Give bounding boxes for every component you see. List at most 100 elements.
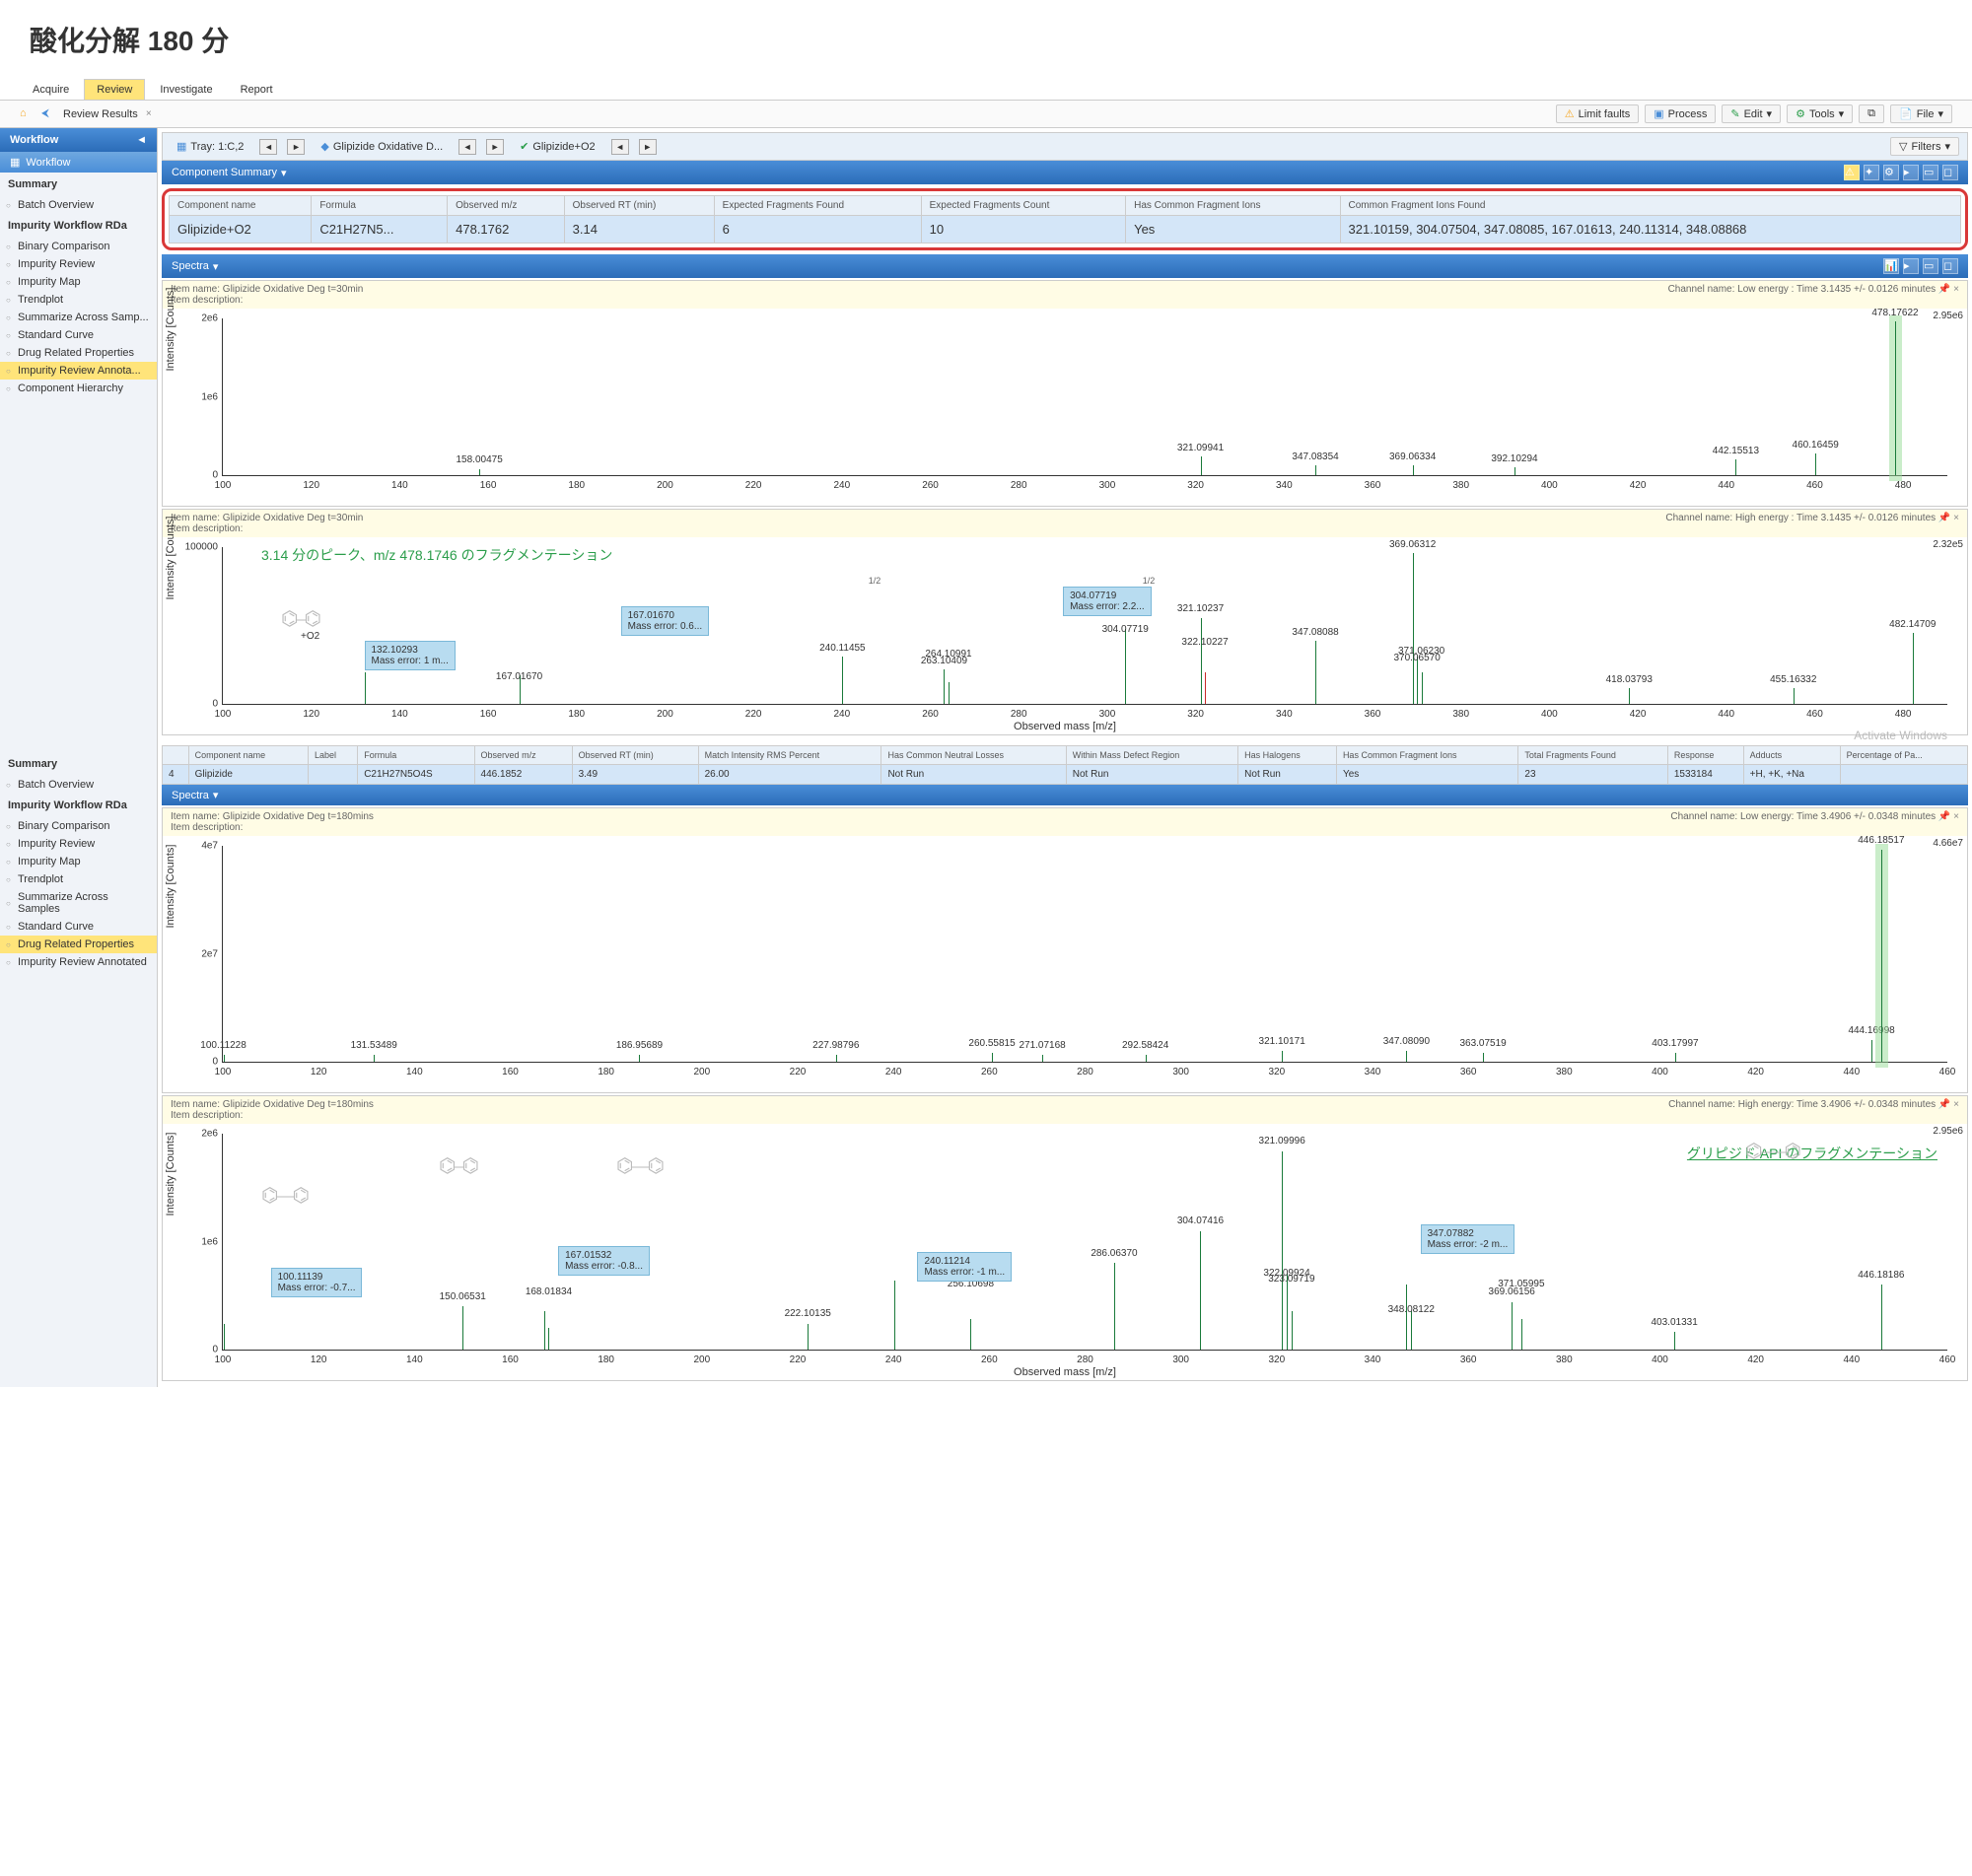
panel-tool-4-icon[interactable]: ▸ bbox=[1903, 165, 1919, 180]
spectrum-peak[interactable] bbox=[1205, 672, 1206, 704]
workflow-panel-header[interactable]: Workflow◄ bbox=[0, 128, 157, 152]
spectrum-peak[interactable] bbox=[479, 469, 480, 475]
home-icon[interactable]: ⌂ bbox=[20, 107, 34, 121]
spectrum-peak[interactable] bbox=[949, 682, 950, 704]
column-header[interactable]: Has Common Fragment Ions bbox=[1336, 746, 1517, 765]
column-header[interactable]: Expected Fragments Found bbox=[714, 196, 921, 216]
spec1-chart[interactable]: 2.95e6 Intensity [Counts] 10012014016018… bbox=[163, 309, 1967, 506]
sidebar-item[interactable]: Impurity Review Annota... bbox=[0, 362, 157, 380]
column-header[interactable]: Has Halogens bbox=[1238, 746, 1337, 765]
sidebar-item[interactable]: Binary Comparison bbox=[0, 817, 157, 835]
sample-selector[interactable]: ◆Glipizide Oxidative D... bbox=[315, 138, 449, 155]
spec3-chart[interactable]: 4.66e7 Intensity [Counts] 10012014016018… bbox=[163, 836, 1967, 1092]
sidebar-item[interactable]: Trendplot bbox=[0, 291, 157, 309]
tray-selector[interactable]: ▦Tray: 1:C,2 bbox=[171, 138, 249, 155]
spec3-close-icon[interactable]: × bbox=[1953, 811, 1959, 822]
spectrum-peak[interactable] bbox=[1287, 1274, 1288, 1350]
column-header[interactable]: Has Common Neutral Losses bbox=[881, 746, 1066, 765]
column-header[interactable]: Has Common Fragment Ions bbox=[1126, 196, 1340, 216]
spectrum-peak[interactable] bbox=[1881, 850, 1882, 1062]
spec4-chart[interactable]: 2.95e6 Intensity [Counts] Observed mass … bbox=[163, 1124, 1967, 1380]
spec1-close-icon[interactable]: × bbox=[1953, 284, 1959, 295]
spectrum-peak[interactable] bbox=[1512, 1302, 1513, 1350]
spectrum-peak[interactable] bbox=[1406, 1285, 1407, 1350]
column-header[interactable]: Common Fragment Ions Found bbox=[1340, 196, 1960, 216]
spectrum-peak[interactable] bbox=[1483, 1053, 1484, 1062]
spectrum-peak[interactable] bbox=[1674, 1332, 1675, 1350]
sidebar-item[interactable]: Summarize Across Samp... bbox=[0, 309, 157, 326]
tab-review[interactable]: Review bbox=[84, 79, 145, 100]
component-selector[interactable]: ✔Glipizide+O2 bbox=[514, 138, 601, 155]
spectra-minimize-icon[interactable]: ▭ bbox=[1923, 258, 1938, 274]
spectra-panel-header-2[interactable]: Spectra▾ bbox=[162, 785, 1968, 805]
sidebar-item[interactable]: Batch Overview bbox=[0, 776, 157, 794]
spectrum-peak[interactable] bbox=[1042, 1055, 1043, 1062]
sidebar-item[interactable]: Binary Comparison bbox=[0, 238, 157, 255]
spectrum-peak[interactable] bbox=[836, 1055, 837, 1062]
spectra-tool-icon[interactable]: ▸ bbox=[1903, 258, 1919, 274]
spectrum-peak[interactable] bbox=[842, 657, 843, 704]
component-summary-row-2[interactable]: 4GlipizideC21H27N5O4S446.18523.4926.00No… bbox=[163, 765, 1968, 785]
tab-report[interactable]: Report bbox=[228, 79, 286, 100]
spec4-pin-icon[interactable]: 📌 bbox=[1938, 1099, 1950, 1110]
column-header[interactable]: Component name bbox=[188, 746, 308, 765]
spec2-close-icon[interactable]: × bbox=[1953, 513, 1959, 523]
spectrum-peak[interactable] bbox=[1146, 1055, 1147, 1062]
spec4-close-icon[interactable]: × bbox=[1953, 1099, 1959, 1110]
spectrum-peak[interactable] bbox=[548, 1328, 549, 1350]
spec2-pin-icon[interactable]: 📌 bbox=[1938, 513, 1950, 523]
sidebar-item[interactable]: Impurity Map bbox=[0, 273, 157, 291]
fragment-annotation[interactable]: 167.01532Mass error: -0.8... bbox=[558, 1246, 650, 1276]
column-header[interactable]: Observed RT (min) bbox=[572, 746, 698, 765]
spectrum-peak[interactable] bbox=[1201, 456, 1202, 475]
spectrum-peak[interactable] bbox=[1629, 688, 1630, 704]
column-header[interactable]: Percentage of Pa... bbox=[1840, 746, 1967, 765]
column-header[interactable]: Formula bbox=[312, 196, 448, 216]
spectrum-peak[interactable] bbox=[1881, 1285, 1882, 1350]
spectrum-peak[interactable] bbox=[1114, 1263, 1115, 1350]
spectrum-peak[interactable] bbox=[1413, 553, 1414, 704]
fragment-annotation[interactable]: 167.01670Mass error: 0.6... bbox=[621, 606, 710, 636]
column-header[interactable]: Observed m/z bbox=[448, 196, 565, 216]
spectrum-peak[interactable] bbox=[1417, 657, 1418, 704]
spectrum-peak[interactable] bbox=[1514, 467, 1515, 475]
panel-tool-1-icon[interactable]: ⚠ bbox=[1844, 165, 1860, 180]
file-button[interactable]: 📄File ▾ bbox=[1890, 104, 1952, 123]
sidebar-item[interactable]: Impurity Review bbox=[0, 255, 157, 273]
panel-tool-2-icon[interactable]: ✦ bbox=[1864, 165, 1879, 180]
column-header[interactable]: Observed m/z bbox=[474, 746, 572, 765]
sidebar-item[interactable]: Drug Related Properties bbox=[0, 936, 157, 953]
spectrum-peak[interactable] bbox=[1913, 633, 1914, 704]
spectrum-peak[interactable] bbox=[1282, 1151, 1283, 1350]
column-header[interactable]: Total Fragments Found bbox=[1518, 746, 1667, 765]
column-header[interactable]: Formula bbox=[358, 746, 474, 765]
panel-minimize-icon[interactable]: ▭ bbox=[1923, 165, 1938, 180]
component-summary-row[interactable]: Glipizide+O2C21H27N5...478.17623.14610Ye… bbox=[170, 216, 1961, 243]
fragment-annotation[interactable]: 304.07719Mass error: 2.2... bbox=[1063, 587, 1152, 616]
tab-investigate[interactable]: Investigate bbox=[147, 79, 225, 100]
sidebar-item[interactable]: Impurity Review Annotated bbox=[0, 953, 157, 971]
comp-prev-button[interactable]: ◄ bbox=[611, 139, 629, 155]
spectrum-peak[interactable] bbox=[1200, 1231, 1201, 1350]
spectrum-peak[interactable] bbox=[944, 669, 945, 704]
tab-acquire[interactable]: Acquire bbox=[20, 79, 82, 100]
copy-button[interactable]: ⧉ bbox=[1859, 104, 1884, 123]
sidebar-item[interactable]: Component Hierarchy bbox=[0, 380, 157, 397]
panel-tool-3-icon[interactable]: ⚙ bbox=[1883, 165, 1899, 180]
sidebar-item[interactable]: Standard Curve bbox=[0, 918, 157, 936]
spectrum-peak[interactable] bbox=[224, 1324, 225, 1350]
column-header[interactable]: Component name bbox=[170, 196, 312, 216]
column-header[interactable]: Within Mass Defect Region bbox=[1066, 746, 1237, 765]
workflow-sub-header[interactable]: ▦Workflow bbox=[0, 152, 157, 173]
spectrum-peak[interactable] bbox=[808, 1324, 809, 1350]
back-icon[interactable]: ⮜ bbox=[41, 107, 55, 121]
spectrum-peak[interactable] bbox=[1125, 629, 1126, 704]
sidebar-item[interactable]: Summarize Across Samples bbox=[0, 888, 157, 918]
spectrum-peak[interactable] bbox=[1282, 1051, 1283, 1062]
comp-next-button[interactable]: ► bbox=[639, 139, 657, 155]
breadcrumb-close-icon[interactable]: × bbox=[146, 108, 152, 119]
column-header[interactable]: Match Intensity RMS Percent bbox=[698, 746, 881, 765]
spectra-maximize-icon[interactable]: ◻ bbox=[1942, 258, 1958, 274]
spectrum-peak[interactable] bbox=[970, 1319, 971, 1350]
tray-prev-button[interactable]: ◄ bbox=[259, 139, 277, 155]
